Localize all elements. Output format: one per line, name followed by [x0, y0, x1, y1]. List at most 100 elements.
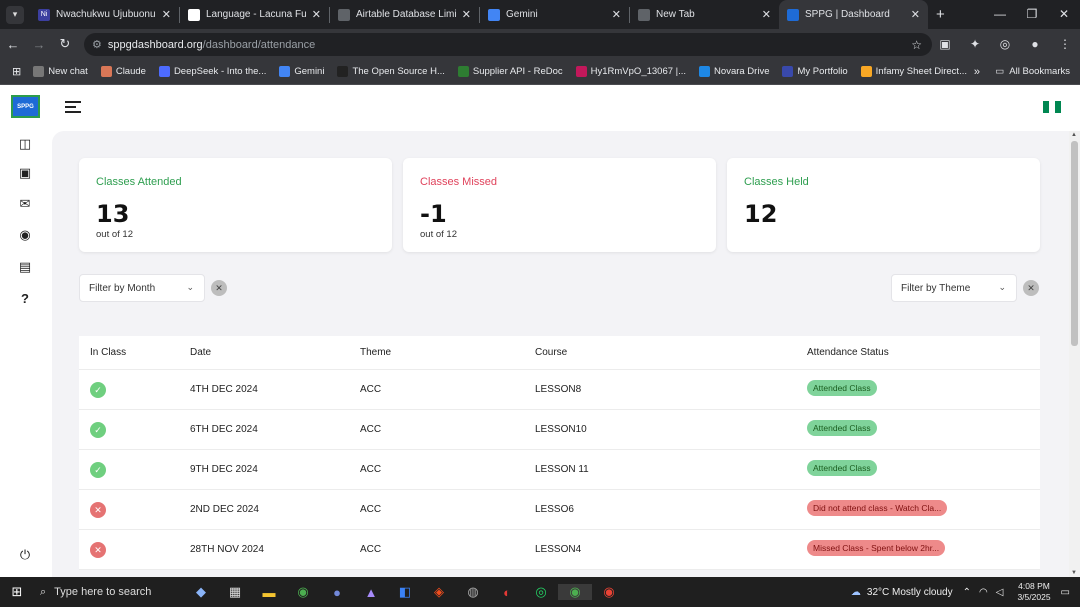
vscode-icon[interactable]: ◧	[388, 584, 422, 600]
bookmark-item[interactable]: The Open Source H...	[337, 66, 445, 77]
bookmark-item[interactable]: DeepSeek - Into the...	[158, 66, 266, 77]
table-header: In Class Date Theme Course Attendance St…	[79, 336, 1040, 370]
all-bookmarks-button[interactable]: ▭ All Bookmarks	[995, 66, 1070, 77]
header-date[interactable]: Date	[190, 347, 360, 358]
header-theme[interactable]: Theme	[360, 347, 535, 358]
browser-tab[interactable]: Airtable Database Limitatio ✕	[330, 0, 479, 29]
app-icon[interactable]: ▲	[354, 585, 388, 600]
hamburger-menu-icon[interactable]	[65, 101, 81, 116]
clear-month-filter-icon[interactable]: ✕	[211, 280, 227, 296]
close-tab-icon[interactable]: ✕	[462, 8, 471, 21]
bookmarks-overflow-icon[interactable]: »	[974, 66, 980, 78]
site-info-icon[interactable]: ⚙	[92, 38, 102, 51]
cast-icon[interactable]: ▣	[930, 37, 960, 51]
scroll-up-icon[interactable]: ▲	[1071, 132, 1077, 138]
bookmark-item[interactable]: Hy1RmVpO_13067 |...	[575, 66, 686, 77]
tab-title: Language - Lacuna Fund	[206, 9, 306, 20]
browser-tab[interactable]: New Tab ✕	[630, 0, 779, 29]
tray-chevron-up-icon[interactable]: ⌃	[963, 587, 971, 598]
dashboard-icon[interactable]: ◫	[17, 136, 33, 152]
back-icon[interactable]: ←	[0, 37, 26, 52]
bookmark-item[interactable]: Gemini	[279, 66, 324, 77]
address-bar[interactable]: ⚙ sppgdashboard.org/dashboard/attendance…	[84, 33, 932, 56]
sppg-logo[interactable]: SPPG	[11, 95, 40, 118]
close-tab-icon[interactable]: ✕	[612, 8, 621, 21]
chrome-icon[interactable]: ◉	[286, 584, 320, 600]
task-view-icon[interactable]: ▦	[218, 584, 252, 600]
bookmark-item[interactable]: Supplier API - ReDoc	[457, 66, 563, 77]
browser-tab[interactable]: Language - Lacuna Fund ✕	[180, 0, 329, 29]
discord-icon[interactable]: ●	[320, 585, 354, 600]
table-row[interactable]: ✓ 9TH DEC 2024 ACC LESSON 11 Attended Cl…	[79, 450, 1040, 490]
card-value: 12	[744, 200, 778, 228]
search-icon: ⌕	[40, 585, 47, 598]
mail-icon[interactable]: ✉	[17, 196, 33, 212]
whatsapp-icon[interactable]: ◎	[524, 584, 558, 600]
bookmark-star-icon[interactable]: ☆	[911, 38, 922, 52]
figma-icon[interactable]: ◈	[422, 584, 456, 600]
close-tab-icon[interactable]: ✕	[312, 8, 321, 21]
extensions-icon[interactable]: ✦	[960, 37, 990, 51]
support-icon[interactable]: ◉	[17, 227, 33, 243]
header-course[interactable]: Course	[535, 347, 807, 358]
notifications-icon[interactable]: ▭	[1061, 587, 1070, 598]
forward-icon[interactable]: →	[26, 37, 52, 52]
bookmark-item[interactable]: My Portfolio	[782, 66, 848, 77]
header-attendance-status[interactable]: Attendance Status	[807, 347, 1040, 358]
close-tab-icon[interactable]: ✕	[162, 8, 171, 21]
minimize-icon[interactable]: —	[984, 0, 1016, 29]
profile-avatar-icon[interactable]: ●	[1020, 37, 1050, 51]
scroll-down-icon[interactable]: ▼	[1071, 570, 1077, 576]
new-tab-icon[interactable]: +	[936, 6, 945, 23]
page-scrollbar[interactable]: ▲ ▼	[1069, 131, 1080, 577]
maximize-icon[interactable]: ❐	[1016, 0, 1048, 29]
copilot-icon[interactable]: ◆	[184, 584, 218, 600]
bookmark-item[interactable]: Infamy Sheet Direct...	[860, 66, 967, 77]
windows-start-icon[interactable]: ⊞	[0, 584, 34, 600]
bookmark-item[interactable]: Claude	[100, 66, 146, 77]
file-explorer-icon[interactable]: ▬	[252, 585, 286, 600]
close-window-icon[interactable]: ✕	[1048, 0, 1080, 29]
clock[interactable]: 4:08 PM 3/5/2025	[1017, 581, 1050, 603]
table-row[interactable]: ✓ 4TH DEC 2024 ACC LESSON8 Attended Clas…	[79, 370, 1040, 410]
nigeria-flag-icon[interactable]	[1043, 101, 1061, 113]
help-icon[interactable]: ?	[17, 291, 33, 307]
scrollbar-thumb[interactable]	[1071, 141, 1078, 346]
reload-icon[interactable]: ↻	[52, 36, 78, 52]
bookmark-item[interactable]: New chat	[33, 66, 88, 77]
filter-by-month-select[interactable]: Filter by Month ⌄	[79, 274, 205, 302]
davinci-icon[interactable]: ◍	[456, 584, 490, 600]
clipboard-icon[interactable]: ▤	[17, 259, 33, 275]
bookmark-label: Infamy Sheet Direct...	[875, 66, 967, 77]
clear-theme-filter-icon[interactable]: ✕	[1023, 280, 1039, 296]
logout-icon[interactable]: ⏻	[17, 547, 33, 563]
filter-by-theme-select[interactable]: Filter by Theme ⌄	[891, 274, 1017, 302]
tab-favicon-icon	[787, 8, 799, 21]
browser-tab[interactable]: SPPG | Dashboard ✕	[779, 0, 928, 29]
table-row[interactable]: ✕ 2ND DEC 2024 ACC LESSO6 Did not attend…	[79, 490, 1040, 530]
browser-tab[interactable]: Ni Nwachukwu Ujubuonu ✕	[30, 0, 179, 29]
weather-widget[interactable]: ☁ 32°C Mostly cloudy	[851, 587, 953, 598]
cell-date: 6TH DEC 2024	[190, 424, 258, 435]
table-row[interactable]: ✓ 6TH DEC 2024 ACC LESSON10 Attended Cla…	[79, 410, 1040, 450]
apps-grid-icon[interactable]: ⊞	[12, 65, 21, 78]
app-icon-2[interactable]: ◐	[490, 585, 524, 600]
browser-tab[interactable]: Gemini ✕	[480, 0, 629, 29]
cell-in-class: ✓	[79, 461, 190, 478]
chrome-active-icon[interactable]: ◉	[558, 584, 592, 600]
filter-theme-label: Filter by Theme	[901, 282, 971, 294]
menu-kebab-icon[interactable]: ⋮	[1050, 37, 1080, 51]
chrome-profile-icon[interactable]: ◉	[592, 584, 626, 600]
bookmark-item[interactable]: Novara Drive	[699, 66, 769, 77]
tab-search-icon[interactable]: ▾	[6, 5, 24, 24]
taskbar-search[interactable]: ⌕ Type here to search	[34, 577, 184, 607]
volume-icon[interactable]: ◁	[996, 587, 1004, 598]
contacts-icon[interactable]: ▣	[17, 165, 33, 181]
sync-icon[interactable]: ◎	[990, 37, 1020, 51]
table-row[interactable]: ✕ 28TH NOV 2024 ACC LESSON4 Missed Class…	[79, 530, 1040, 570]
network-icon[interactable]: ◠	[979, 587, 988, 598]
header-in-class[interactable]: In Class	[79, 347, 190, 358]
close-tab-icon[interactable]: ✕	[762, 8, 771, 21]
close-tab-icon[interactable]: ✕	[911, 8, 920, 21]
bookmark-favicon-icon	[33, 66, 45, 77]
